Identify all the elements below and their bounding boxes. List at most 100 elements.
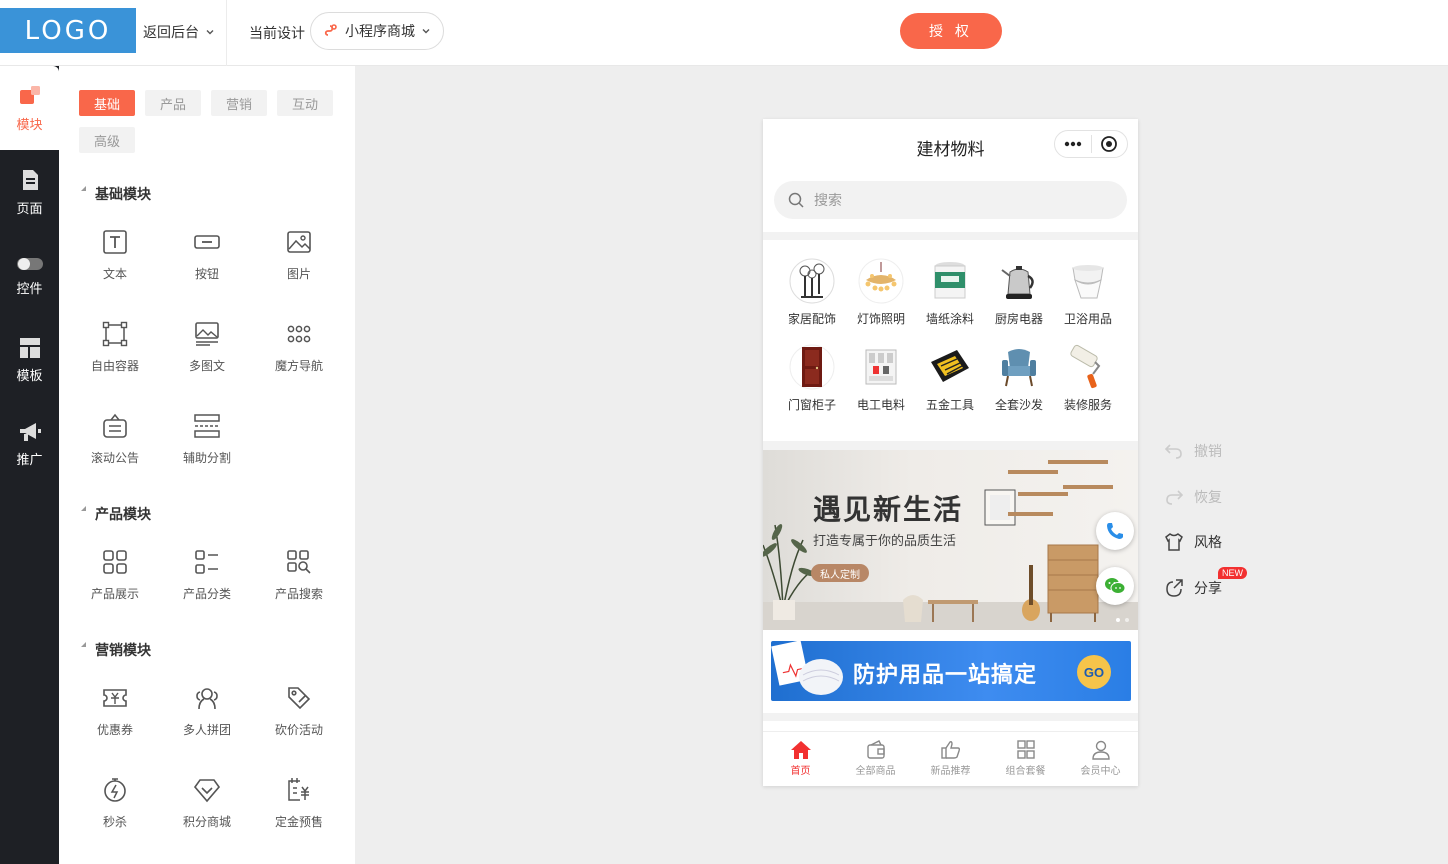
- top-bar: LOGO 返回后台 当前设计 小程序商城 授 权: [0, 0, 1448, 66]
- undo-icon: [1164, 444, 1182, 459]
- tab-basic[interactable]: 基础: [79, 90, 135, 116]
- tab-advanced[interactable]: 高级: [79, 127, 135, 153]
- category-item[interactable]: 全套沙发: [989, 344, 1049, 413]
- category-item[interactable]: 墙纸涂料: [920, 258, 980, 327]
- category-item[interactable]: 卫浴用品: [1058, 258, 1118, 327]
- module-label: 秒杀: [102, 815, 127, 829]
- tab-home[interactable]: 首页: [763, 740, 838, 777]
- grid-icon: [1016, 740, 1035, 759]
- phone-call-button[interactable]: [1096, 512, 1134, 550]
- category-image: [1065, 258, 1111, 304]
- search-input[interactable]: 搜索: [774, 181, 1127, 219]
- module-scroll-notice[interactable]: 滚动公告: [69, 413, 161, 483]
- category-label: 卫浴用品: [1063, 312, 1112, 326]
- redo-button[interactable]: 恢复: [1164, 487, 1222, 507]
- promo-go-button[interactable]: GO: [1077, 655, 1111, 689]
- tab-new-products[interactable]: 新品推荐: [913, 740, 988, 777]
- rail-label: 模板: [16, 367, 43, 383]
- group-icon: [196, 688, 218, 710]
- rail-item-widget[interactable]: 控件: [0, 234, 59, 318]
- template-icon: [19, 337, 40, 358]
- module-flash-sale[interactable]: 秒杀: [69, 777, 161, 847]
- module-multi-image[interactable]: 多图文: [161, 321, 253, 391]
- module-label: 砍价活动: [274, 723, 323, 737]
- category-image: [789, 258, 835, 304]
- search-icon: [788, 192, 804, 208]
- category-item[interactable]: 厨房电器: [989, 258, 1049, 327]
- category-item[interactable]: 五金工具: [920, 344, 980, 413]
- category-icon: [195, 550, 218, 574]
- module-label: 魔方导航: [274, 359, 323, 373]
- hero-banner[interactable]: 遇见新生活 打造专属于你的品质生活 私人定制: [763, 450, 1138, 630]
- module-label: 产品展示: [90, 587, 139, 601]
- category-item[interactable]: 家居配饰: [782, 258, 842, 327]
- mask-illustration: [771, 641, 843, 695]
- megaphone-icon: [19, 422, 41, 441]
- module-label: 定金预售: [274, 815, 323, 829]
- module-divider[interactable]: 辅助分割: [161, 413, 253, 483]
- module-product-search[interactable]: 产品搜索: [253, 549, 345, 619]
- rail-item-template[interactable]: 模板: [0, 318, 59, 402]
- module-image[interactable]: 图片: [253, 229, 345, 299]
- module-free-container[interactable]: 自由容器: [69, 321, 161, 391]
- module-product-display[interactable]: 产品展示: [69, 549, 161, 619]
- module-label: 辅助分割: [182, 451, 231, 465]
- tab-member[interactable]: 会员中心: [1063, 740, 1138, 777]
- module-presale[interactable]: 定金预售: [253, 777, 345, 847]
- authorize-button[interactable]: 授 权: [900, 13, 1002, 49]
- module-icon: [19, 85, 40, 104]
- new-badge: NEW: [1218, 567, 1247, 579]
- promo-text: 防护用品一站搞定: [853, 662, 1038, 687]
- container-icon: [102, 321, 128, 347]
- points-icon: [194, 779, 220, 803]
- user-icon: [1091, 740, 1110, 760]
- tab-all-products[interactable]: 全部商品: [838, 740, 913, 777]
- share-icon: [1166, 579, 1183, 597]
- current-design-label: 当前设计: [249, 25, 305, 41]
- category-label: 厨房电器: [994, 312, 1043, 326]
- module-label: 文本: [102, 267, 127, 281]
- module-coupon[interactable]: 优惠券: [69, 685, 161, 755]
- module-label: 多人拼团: [182, 723, 231, 737]
- back-to-admin-button[interactable]: 返回后台: [143, 22, 215, 42]
- tab-combo[interactable]: 组合套餐: [988, 740, 1063, 777]
- module-button[interactable]: 按钮: [161, 229, 253, 299]
- category-label: 灯饰照明: [856, 312, 905, 326]
- close-target-icon[interactable]: [1091, 131, 1127, 157]
- module-text[interactable]: 文本: [69, 229, 161, 299]
- redo-icon: [1166, 490, 1184, 505]
- rail-label: 页面: [16, 200, 43, 216]
- tab-product[interactable]: 产品: [145, 90, 201, 116]
- category-item[interactable]: 灯饰照明: [851, 258, 911, 327]
- tab-marketing[interactable]: 营销: [211, 90, 267, 116]
- category-item[interactable]: 装修服务: [1058, 344, 1118, 413]
- module-cube-nav[interactable]: 魔方导航: [253, 321, 345, 391]
- module-label: 多图文: [188, 359, 225, 373]
- action-label: 撤销: [1194, 443, 1222, 459]
- share-button[interactable]: 分享: [1164, 578, 1222, 598]
- category-image: [858, 344, 904, 390]
- undo-button[interactable]: 撤销: [1164, 441, 1222, 461]
- rail-item-promote[interactable]: 推广: [0, 402, 59, 486]
- module-group-buy[interactable]: 多人拼团: [161, 685, 253, 755]
- divider-icon: [194, 414, 220, 438]
- wechat-button[interactable]: [1096, 567, 1134, 605]
- tab-interaction[interactable]: 互动: [277, 90, 333, 116]
- rail-item-page[interactable]: 页面: [0, 150, 59, 234]
- promo-banner[interactable]: 防护用品一站搞定 GO: [771, 641, 1131, 701]
- current-design-select[interactable]: 小程序商城: [310, 12, 444, 50]
- category-item[interactable]: 电工电料: [851, 344, 911, 413]
- tab-label: 新品推荐: [930, 766, 971, 777]
- tab-label: 组合套餐: [1005, 766, 1046, 777]
- rail-item-module[interactable]: 模块: [0, 66, 59, 150]
- banner-tag: 私人定制: [811, 564, 869, 582]
- more-icon[interactable]: [1055, 131, 1091, 157]
- module-bargain[interactable]: 砍价活动: [253, 685, 345, 755]
- module-points-mall[interactable]: 积分商城: [161, 777, 253, 847]
- category-item[interactable]: 门窗柜子: [782, 344, 842, 413]
- logo: LOGO: [0, 8, 136, 53]
- module-product-category[interactable]: 产品分类: [161, 549, 253, 619]
- style-button[interactable]: 风格: [1164, 532, 1222, 552]
- notice-icon: [103, 413, 127, 438]
- category-label: 全套沙发: [994, 398, 1043, 412]
